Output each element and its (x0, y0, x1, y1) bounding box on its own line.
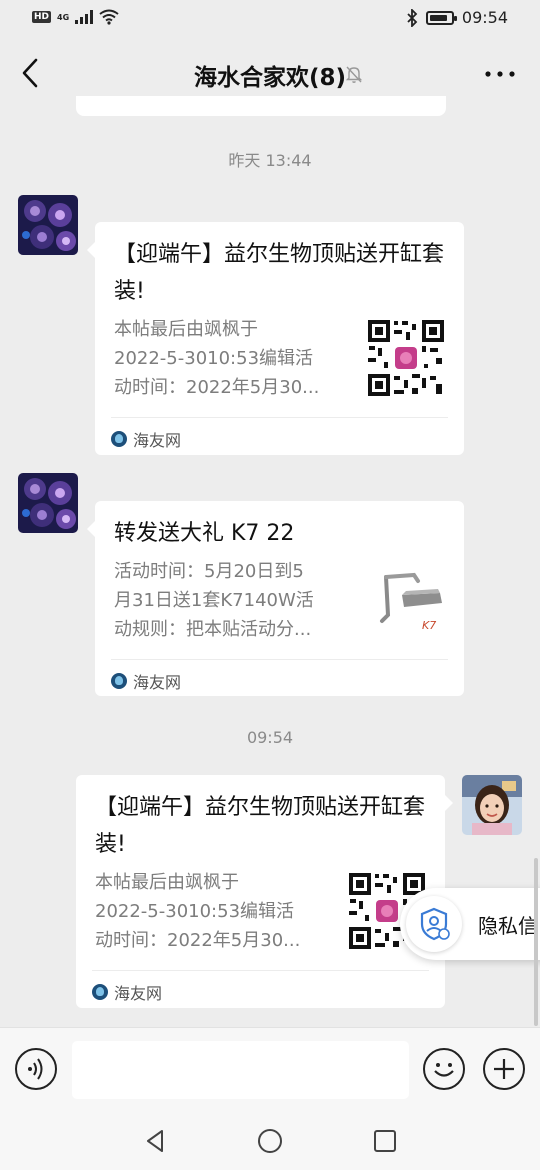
system-home-button[interactable] (256, 1127, 284, 1155)
signal-icon (75, 10, 94, 24)
time-label: 09:54 (246, 728, 294, 747)
more-features-button[interactable] (483, 1048, 525, 1090)
child-photo-avatar[interactable] (462, 775, 522, 835)
wifi-icon (99, 9, 119, 25)
battery-icon (425, 10, 457, 25)
hd-badge: HD (32, 11, 52, 23)
card-description: 本帖最后由飒枫于 2022-5-3010:53编辑活 动时间：2022年5月30… (95, 872, 301, 951)
time-label: 昨天 13:44 (228, 151, 312, 170)
source-name: 海友网 (133, 673, 182, 692)
card-source: 海友网 (111, 427, 181, 451)
emoji-icon (434, 1063, 454, 1077)
source-name: 海友网 (114, 984, 163, 1003)
chat-title: 海水合家欢(8) (193, 65, 347, 91)
card-title: 转发送大礼 K7 22 (114, 521, 295, 546)
card-description: 本帖最后由飒枫于 2022-5-3010:53编辑活 动时间：2022年5月30… (114, 319, 320, 398)
qr-code-thumb (366, 318, 446, 398)
privacy-label: 隐私信 (478, 914, 538, 938)
card-divider (92, 970, 429, 971)
previous-message-card[interactable] (76, 96, 446, 116)
recent-square-icon (374, 1130, 396, 1152)
status-time: 09:54 (461, 8, 508, 27)
scrollbar[interactable] (534, 858, 538, 1026)
system-navigation (0, 1109, 540, 1170)
message-input[interactable] (72, 1041, 409, 1099)
svg-text:K7: K7 (422, 619, 436, 632)
voice-icon (28, 1058, 43, 1080)
bluetooth-icon (407, 8, 418, 27)
back-triangle-icon (147, 1130, 163, 1152)
source-name: 海友网 (133, 431, 182, 450)
more-button[interactable] (482, 60, 518, 88)
battery-fill (429, 14, 447, 21)
status-left: HD 4G (32, 9, 119, 25)
card-divider (111, 659, 448, 660)
child-photo-avatar-image (462, 775, 522, 835)
card-source: 海友网 (111, 669, 181, 693)
more-dots-icon (485, 71, 515, 77)
privacy-popup[interactable]: 隐私信 (400, 888, 540, 960)
coral-avatar-image (18, 473, 78, 533)
input-bar (0, 1027, 540, 1109)
system-back-button[interactable] (142, 1127, 170, 1155)
coral-avatar-image (18, 195, 78, 255)
home-circle-icon (258, 1129, 282, 1153)
voice-button[interactable] (15, 1048, 57, 1090)
card-title: 【迎端午】益尔生物顶贴送开缸套装! (114, 242, 445, 304)
source-logo-icon (111, 673, 127, 689)
card-description: 活动时间：5月20日到5 月31日送1套K7140W活 动规则：把本贴活动分..… (114, 561, 314, 640)
status-right: 09:54 (406, 8, 508, 27)
link-card[interactable]: 【迎端午】益尔生物顶贴送开缸套装! 本帖最后由飒枫于 2022-5-3010:5… (87, 222, 464, 455)
link-card[interactable]: 【迎端午】益尔生物顶贴送开缸套装! 本帖最后由飒枫于 2022-5-3010:5… (76, 775, 453, 1008)
source-logo-icon (92, 984, 108, 1000)
card-source: 海友网 (92, 980, 162, 1004)
status-bar: HD 4G 09:54 (0, 0, 540, 40)
shield-user-icon (406, 896, 462, 952)
emoji-button[interactable] (423, 1048, 465, 1090)
source-logo-icon (111, 431, 127, 447)
coral-avatar[interactable] (18, 195, 78, 255)
card-title: 【迎端午】益尔生物顶贴送开缸套装! (95, 795, 426, 857)
system-recent-button[interactable] (371, 1127, 399, 1155)
coral-avatar[interactable] (18, 473, 78, 533)
network-type: 4G (57, 12, 70, 22)
card-divider (111, 417, 448, 418)
aquarium-light-thumb: K7 (372, 569, 452, 649)
link-card[interactable]: 转发送大礼 K7 22 活动时间：5月20日到5 月31日送1套K7140W活 … (87, 501, 464, 696)
plus-icon (494, 1059, 514, 1079)
bell-off-icon (345, 66, 363, 83)
